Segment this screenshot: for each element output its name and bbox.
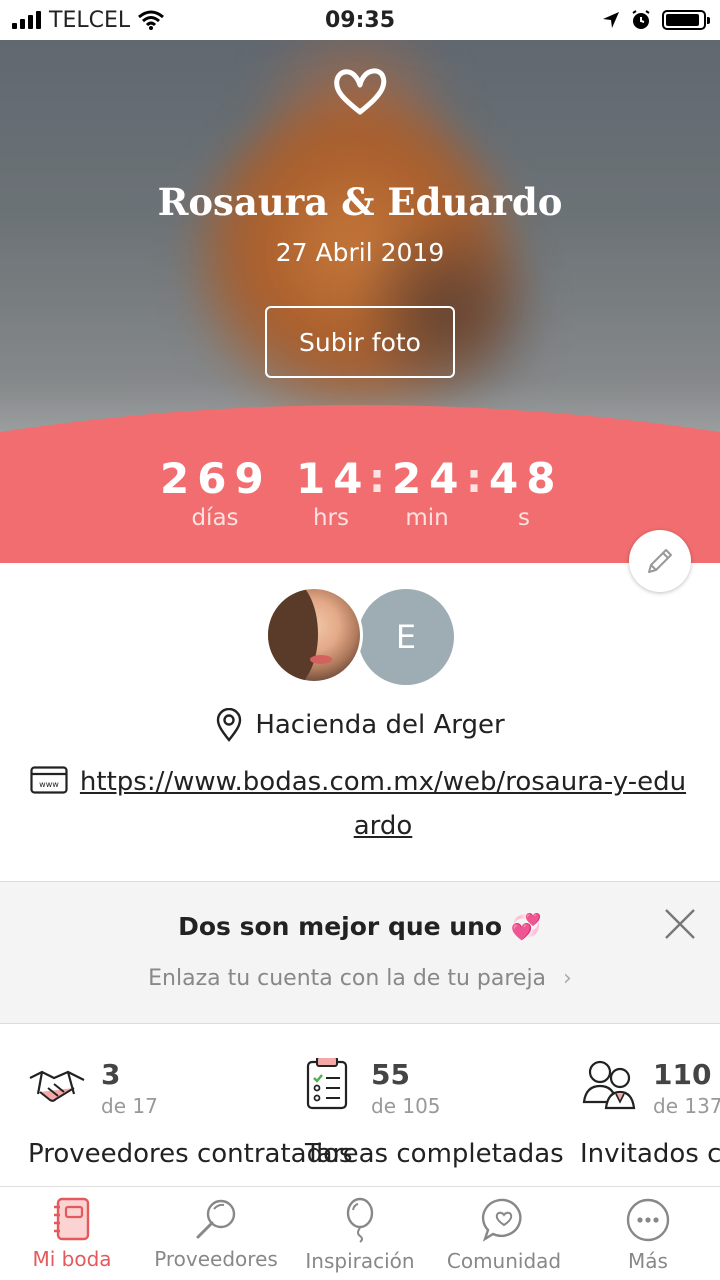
status-right: [602, 9, 710, 31]
tab-label: Más: [628, 1249, 668, 1273]
partner-avatar[interactable]: E: [358, 589, 454, 685]
guests-count: 110: [653, 1058, 712, 1091]
edit-wedding-button[interactable]: [629, 530, 691, 592]
banner-title: Dos son mejor que uno 💞: [178, 912, 542, 941]
status-bar: TELCEL 09:35: [0, 0, 720, 40]
venue-name: Hacienda del Arger: [255, 710, 505, 740]
days-value: 269: [160, 454, 272, 503]
chat-heart-icon: [481, 1198, 522, 1242]
countdown-minutes: 24 min: [392, 455, 462, 531]
hours-value: 14: [296, 454, 371, 503]
tab-label: Comunidad: [446, 1249, 562, 1273]
days-label: días: [191, 505, 239, 531]
wedding-date: 27 Abril 2019: [275, 238, 445, 267]
countdown-seconds: 48 s: [489, 455, 559, 531]
couple-names: Rosaura & Eduardo: [157, 180, 563, 224]
minutes-value: 24: [392, 454, 467, 503]
heart-logo-icon: [334, 68, 387, 115]
seconds-label: s: [518, 505, 530, 531]
tab-mas[interactable]: Más: [576, 1187, 720, 1280]
guests-label: Invitados confirmados: [580, 1139, 720, 1169]
location-arrow-icon: [603, 12, 619, 28]
website-link[interactable]: https://www.bodas.com.mx/web/rosaura-y-e…: [78, 760, 688, 848]
bride-avatar[interactable]: [265, 586, 363, 684]
carrier-label: TELCEL: [49, 7, 131, 33]
pencil-icon: [648, 549, 672, 573]
tab-label: Proveedores: [154, 1247, 278, 1271]
minutes-label: min: [405, 505, 449, 531]
time-separator: :: [369, 456, 385, 502]
upload-photo-button[interactable]: Subir foto: [265, 306, 455, 378]
bottom-tab-bar: Mi boda Proveedores Inspiración Comunida…: [0, 1186, 720, 1280]
guests-icon: [582, 1060, 636, 1110]
countdown-days: 269 días: [160, 455, 270, 531]
close-icon[interactable]: [660, 904, 700, 944]
seconds-value: 48: [489, 454, 564, 503]
battery-icon: [662, 10, 710, 30]
countdown-panel: 269 días 14 hrs : 24 min : 48 s: [0, 400, 720, 563]
clipboard-checklist-icon: [306, 1058, 348, 1110]
providers-label: Proveedores contratados: [28, 1139, 353, 1169]
wedding-stats: 3 de 17 Proveedores contratados 55 de 10…: [0, 1058, 720, 1188]
time-separator: :: [466, 456, 482, 502]
tab-mi-boda[interactable]: Mi boda: [0, 1187, 144, 1280]
wifi-icon: [138, 10, 165, 30]
banner-subtitle[interactable]: Enlaza tu cuenta con la de tu pareja ›: [0, 966, 720, 991]
tab-proveedores[interactable]: Proveedores: [144, 1187, 288, 1280]
countdown-hours: 14 hrs: [296, 455, 366, 531]
more-dots-icon: [626, 1198, 670, 1242]
link-partner-banner[interactable]: Dos son mejor que uno 💞 Enlaza tu cuenta…: [0, 881, 720, 1024]
providers-count: 3: [101, 1058, 121, 1091]
providers-total: de 17: [101, 1094, 158, 1118]
status-left: TELCEL: [12, 7, 165, 33]
tasks-label: Tareas completadas: [305, 1139, 564, 1169]
venue-row: Hacienda del Arger: [0, 708, 720, 742]
hours-label: hrs: [312, 505, 350, 531]
partner-initial: E: [395, 618, 417, 656]
tasks-total: de 105: [371, 1094, 441, 1118]
map-pin-icon: [217, 708, 242, 742]
web-browser-icon: www: [30, 766, 68, 794]
handshake-icon: [29, 1070, 85, 1102]
tab-comunidad[interactable]: Comunidad: [432, 1187, 576, 1280]
hero-cover: Rosaura & Eduardo 27 Abril 2019 Subir fo…: [0, 40, 720, 440]
banner-subtitle-text: Enlaza tu cuenta con la de tu pareja: [148, 966, 547, 991]
magnifier-icon: [196, 1199, 236, 1239]
alarm-icon: [632, 10, 650, 29]
tab-label: Inspiración: [305, 1249, 415, 1273]
website-row[interactable]: www https://www.bodas.com.mx/web/rosaura…: [30, 760, 690, 848]
signal-icon: [12, 11, 41, 29]
tab-label: Mi boda: [32, 1247, 112, 1271]
guests-total: de 137: [653, 1094, 720, 1118]
tasks-count: 55: [371, 1058, 410, 1091]
svg-text:www: www: [39, 780, 59, 789]
notebook-icon: [54, 1197, 90, 1241]
tab-inspiracion[interactable]: Inspiración: [288, 1187, 432, 1280]
balloon-icon: [346, 1197, 374, 1243]
chevron-right-icon: ›: [563, 966, 572, 991]
